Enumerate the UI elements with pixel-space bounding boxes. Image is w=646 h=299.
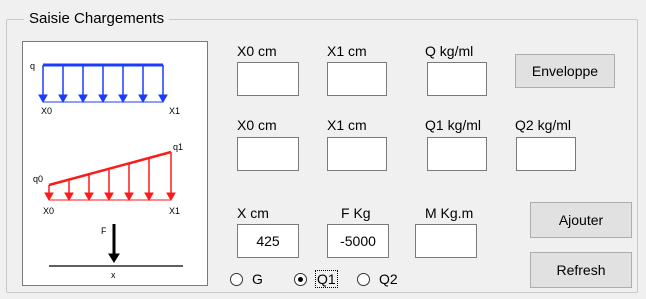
radio-q1-dot[interactable]	[294, 272, 307, 286]
trapezoid-x1-label: X1	[169, 206, 180, 216]
radio-q1[interactable]: Q1	[294, 270, 338, 288]
group-title: Saisie Chargements	[24, 10, 170, 28]
row2-q1-input[interactable]	[427, 137, 487, 171]
row2-q1-label: Q1 kg/ml	[425, 117, 482, 133]
row2-x0-label: X0 cm	[237, 117, 277, 133]
row2-x1-input[interactable]	[327, 137, 387, 171]
radio-g-label: G	[252, 271, 263, 287]
row1-x0-input[interactable]	[237, 62, 299, 96]
row3-m-input[interactable]	[415, 224, 477, 258]
uniform-x1-label: X1	[169, 106, 180, 116]
row3-x-input[interactable]: 425	[237, 224, 299, 258]
radio-q2-label: Q2	[379, 271, 398, 287]
load-diagram: q X0 X1 q0 q1 X0 X1 F x	[22, 41, 208, 286]
ajouter-button[interactable]: Ajouter	[530, 202, 632, 238]
row1-x1-input[interactable]	[327, 62, 387, 96]
point-x-label: x	[111, 270, 116, 280]
load-diagram-svg: q X0 X1 q0 q1 X0 X1 F x	[30, 61, 183, 280]
row2-x0-input[interactable]	[237, 137, 299, 171]
row3-f-label: F Kg	[341, 205, 371, 221]
row1-q-input[interactable]	[427, 62, 487, 96]
row3-m-label: M Kg.m	[425, 205, 474, 221]
uniform-load-icon	[38, 63, 168, 104]
row3-f-input[interactable]: -5000	[327, 224, 389, 258]
uniform-q-label: q	[30, 61, 35, 71]
trapezoid-load-icon	[44, 150, 176, 202]
row1-q-label: Q kg/ml	[425, 43, 474, 59]
point-f-label: F	[101, 226, 107, 236]
row3-x-label: X cm	[237, 205, 269, 221]
trapezoid-q1-label: q1	[173, 142, 183, 152]
radio-q2[interactable]: Q2	[357, 271, 398, 287]
trapezoid-x0-label: X0	[43, 206, 54, 216]
radio-g-dot[interactable]	[230, 272, 243, 286]
enveloppe-button[interactable]: Enveloppe	[515, 54, 615, 88]
trapezoid-q0-label: q0	[33, 174, 43, 184]
row2-x1-label: X1 cm	[327, 117, 367, 133]
uniform-x0-label: X0	[41, 106, 52, 116]
radio-g[interactable]: G	[230, 271, 263, 287]
row1-x0-label: X0 cm	[237, 43, 277, 59]
radio-q1-label: Q1	[315, 270, 338, 288]
row2-q2-label: Q2 kg/ml	[515, 117, 572, 133]
refresh-button[interactable]: Refresh	[530, 252, 632, 288]
row1-x1-label: X1 cm	[327, 43, 367, 59]
radio-q2-dot[interactable]	[357, 272, 370, 286]
row2-q2-input[interactable]	[516, 137, 576, 171]
point-load-icon	[49, 224, 183, 267]
